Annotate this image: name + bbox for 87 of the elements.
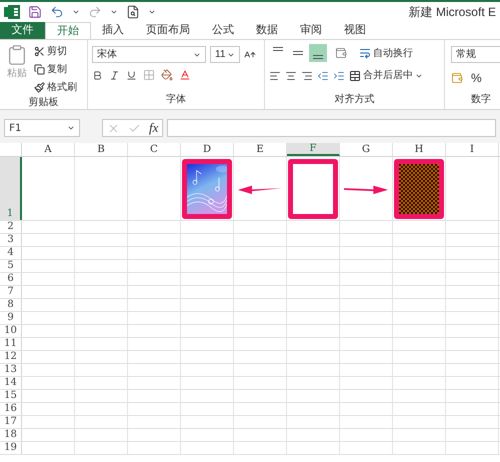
bold-icon[interactable] xyxy=(92,70,103,80)
table-cell[interactable] xyxy=(287,157,340,220)
row-header[interactable]: 8 xyxy=(0,299,22,311)
ribbon-tab[interactable]: 视图 xyxy=(333,22,377,39)
group-label: 对齐方式 xyxy=(334,92,376,107)
align-right-icon[interactable] xyxy=(301,70,313,82)
font-color-icon[interactable] xyxy=(179,69,191,81)
row-header[interactable]: 13 xyxy=(0,364,22,376)
image-frame xyxy=(288,158,338,218)
percent-button[interactable]: % xyxy=(471,69,482,87)
decrease-indent-icon[interactable] xyxy=(317,70,329,82)
column-header[interactable]: F xyxy=(287,143,340,156)
vertical-align-button[interactable] xyxy=(309,44,327,62)
insert-function-button[interactable]: fx xyxy=(149,118,158,138)
scissors-icon xyxy=(34,46,45,57)
row-header[interactable]: 6 xyxy=(0,273,22,285)
column-header[interactable]: A xyxy=(22,143,75,156)
row-header[interactable]: 16 xyxy=(0,403,22,415)
font-size-field[interactable]: 11 xyxy=(210,46,240,63)
arrow xyxy=(238,182,282,194)
copy-icon xyxy=(34,64,45,75)
caret-icon xyxy=(67,124,75,132)
redo-icon[interactable] xyxy=(88,5,102,19)
copy-button[interactable]: 复制 xyxy=(34,62,77,77)
fill-color-icon[interactable] xyxy=(161,69,173,81)
ribbon-tab[interactable]: 开始 xyxy=(45,22,91,39)
ribbon-tab[interactable]: 审阅 xyxy=(289,22,333,39)
column-header[interactable]: I xyxy=(446,143,499,156)
row-header[interactable]: 2 xyxy=(0,221,22,233)
row-header[interactable]: 1 xyxy=(0,157,22,220)
formula-input[interactable] xyxy=(167,119,496,137)
caret-icon[interactable] xyxy=(72,8,80,16)
row-header[interactable]: 17 xyxy=(0,416,22,428)
arrow xyxy=(344,182,388,194)
merge-cells-icon xyxy=(349,70,361,82)
row-header[interactable]: 15 xyxy=(0,390,22,402)
window-title: 新建 Microsoft E xyxy=(408,4,496,21)
wrap-text-icon xyxy=(359,47,371,59)
row-header[interactable]: 11 xyxy=(0,338,22,350)
ribbon-tab[interactable]: 页面布局 xyxy=(135,22,201,39)
align-lines-icon xyxy=(313,55,323,59)
group-label: 剪贴板 xyxy=(28,96,60,110)
name-box[interactable]: F1 xyxy=(4,119,80,137)
align-left-icon[interactable] xyxy=(269,70,281,82)
merge-center-button[interactable]: 合并后居中 xyxy=(349,68,423,83)
caret-icon[interactable] xyxy=(110,8,118,16)
row-header[interactable]: 3 xyxy=(0,234,22,246)
print-preview-icon[interactable] xyxy=(126,5,140,19)
align-lines-icon xyxy=(293,51,303,55)
increase-indent-icon[interactable] xyxy=(333,70,345,82)
wrap-text-button[interactable]: 自动换行 xyxy=(359,46,413,60)
column-header[interactable]: C xyxy=(128,143,181,156)
clipboard-icon xyxy=(6,44,28,66)
number-format-field[interactable]: 常规 xyxy=(451,46,500,63)
column-header[interactable]: H xyxy=(393,143,446,156)
brush-icon xyxy=(34,82,45,93)
row-header[interactable]: 14 xyxy=(0,377,22,389)
ribbon-tab[interactable]: 数据 xyxy=(245,22,289,39)
save-icon[interactable] xyxy=(28,5,42,19)
underline-icon[interactable] xyxy=(126,70,137,80)
column-header[interactable]: B xyxy=(75,143,128,156)
cut-button[interactable]: 剪切 xyxy=(34,44,77,59)
row-header[interactable]: 19 xyxy=(0,442,22,454)
row-header[interactable]: 4 xyxy=(0,247,22,259)
format-painter-button[interactable]: 格式刷 xyxy=(34,80,77,95)
align-lines-icon xyxy=(273,47,283,51)
file-tab[interactable]: 文件 xyxy=(0,22,45,39)
row-header[interactable]: 10 xyxy=(0,325,22,337)
row-header[interactable]: 7 xyxy=(0,286,22,298)
spreadsheet-icon[interactable] xyxy=(4,5,20,19)
increase-font-icon[interactable] xyxy=(244,48,256,60)
row-header[interactable]: 18 xyxy=(0,429,22,441)
ribbon-tab[interactable]: 插入 xyxy=(91,22,135,39)
column-header[interactable]: D xyxy=(181,143,234,156)
font-name-field[interactable]: 宋体 xyxy=(92,46,206,63)
undo-icon[interactable] xyxy=(50,5,64,19)
group-label: 数字 xyxy=(470,92,492,107)
ribbon-tab[interactable]: 公式 xyxy=(201,22,245,39)
row-header[interactable]: 5 xyxy=(0,260,22,272)
column-header[interactable]: G xyxy=(340,143,393,156)
align-center-icon[interactable] xyxy=(285,70,297,82)
caret-icon[interactable] xyxy=(148,8,156,16)
row-header[interactable]: 12 xyxy=(0,351,22,363)
borders-icon[interactable] xyxy=(143,69,155,81)
group-label: 字体 xyxy=(165,92,187,107)
row-header[interactable]: 9 xyxy=(0,312,22,324)
italic-icon[interactable] xyxy=(109,70,120,80)
